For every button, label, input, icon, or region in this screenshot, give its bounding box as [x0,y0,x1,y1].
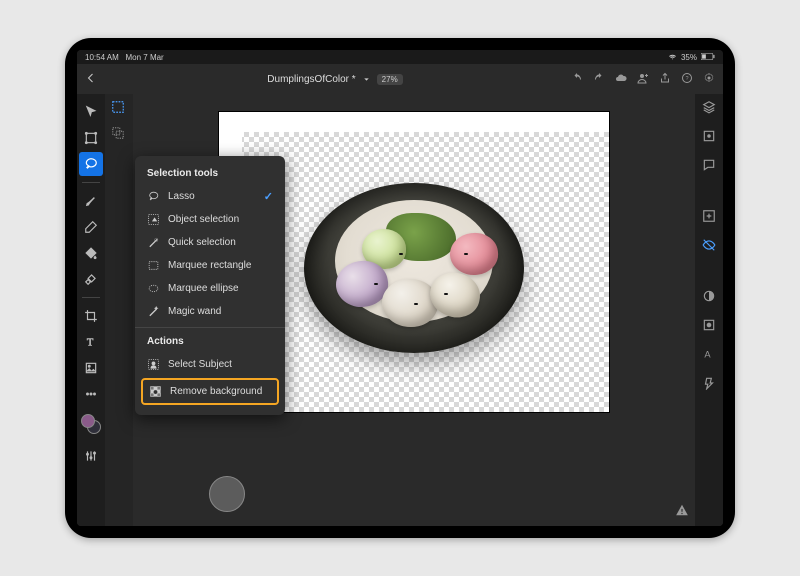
visibility-button[interactable] [702,238,716,257]
layer-properties-button[interactable] [702,129,716,148]
share-icon[interactable] [659,72,671,87]
svg-text:T: T [87,338,94,349]
battery-percent: 35% [681,53,697,62]
help-icon[interactable]: ? [681,72,693,87]
color-wells[interactable] [81,414,101,434]
more-tools[interactable] [79,382,103,406]
zoom-level[interactable]: 27% [377,74,403,85]
top-bar: DumplingsOfColor * 27% ? [77,64,723,94]
canvas-subject-bowl [304,183,524,353]
warning-icon[interactable] [675,503,689,520]
battery-icon [701,53,715,62]
status-time: 10:54 AM [85,53,119,62]
popover-item-label: Magic wand [168,306,221,317]
marquee-rect-icon [147,259,160,272]
text-format-button[interactable]: A [702,347,716,366]
popover-item-label: Quick selection [168,237,236,248]
move-tool[interactable] [79,100,103,124]
topbar-actions: ? [571,72,715,87]
canvas-subject-edge [219,112,609,132]
right-toolbar: A [695,94,723,526]
sliders-tool[interactable] [79,444,103,468]
effects-button[interactable] [702,376,716,395]
status-time-date: 10:54 AM Mon 7 Mar [85,53,164,62]
lasso-icon [147,190,160,203]
popover-section-actions: Actions [135,332,285,353]
crop-tool[interactable] [79,304,103,328]
status-date: Mon 7 Mar [125,53,163,62]
add-photo-button[interactable] [702,209,716,228]
popover-item-marquee-ellipse[interactable]: Marquee ellipse [135,277,285,300]
popover-item-label: Remove background [170,386,262,397]
mask-button[interactable] [702,318,716,337]
left-toolbar: T [77,94,105,526]
popover-item-label: Object selection [168,214,239,225]
touch-shortcut-circle[interactable] [209,476,245,512]
popover-item-object-selection[interactable]: Object selection [135,208,285,231]
lasso-tool[interactable] [79,152,103,176]
toolbar-divider [82,182,100,183]
adjustments-button[interactable] [702,289,716,308]
settings-icon[interactable] [703,72,715,87]
chevron-down-icon[interactable] [362,75,371,84]
popover-item-lasso[interactable]: Lasso ✓ [135,185,285,208]
screen: 10:54 AM Mon 7 Mar 35% Dumpl [77,50,723,526]
magic-wand-icon [147,305,160,318]
popover-item-select-subject[interactable]: Select Subject [135,353,285,376]
ios-status-bar: 10:54 AM Mon 7 Mar 35% [77,50,723,64]
marquee-ellipse-icon [147,282,160,295]
eraser-tool[interactable] [79,215,103,239]
object-selection-icon [147,213,160,226]
popover-item-quick-selection[interactable]: Quick selection [135,231,285,254]
popover-section-selection-tools: Selection tools [135,164,285,185]
selection-add-icon[interactable] [111,126,127,142]
back-button[interactable] [85,72,99,87]
title-area: DumplingsOfColor * 27% [107,74,563,85]
selection-new-icon[interactable] [111,100,127,116]
app-window: DumplingsOfColor * 27% ? [77,64,723,526]
undo-button[interactable] [571,72,583,87]
popover-item-label: Marquee ellipse [168,283,239,294]
status-right: 35% [668,52,715,63]
layers-panel-button[interactable] [702,100,716,119]
place-tool[interactable] [79,356,103,380]
brush-tool[interactable] [79,189,103,213]
foreground-color-well[interactable] [81,414,95,428]
comments-button[interactable] [702,158,716,177]
wifi-icon [668,52,677,63]
work-area: T [77,94,723,526]
fill-tool[interactable] [79,241,103,265]
svg-text:?: ? [685,76,688,82]
tool-options-bar [105,94,133,526]
popover-item-remove-background[interactable]: Remove background [141,378,279,405]
type-tool[interactable]: T [79,330,103,354]
select-subject-icon [147,358,160,371]
transform-tool[interactable] [79,126,103,150]
popover-divider [135,327,285,328]
invite-icon[interactable] [637,72,649,87]
remove-background-icon [149,385,162,398]
selection-tools-popover: Selection tools Lasso ✓ Object selection… [135,156,285,415]
svg-text:A: A [704,350,711,360]
cloud-icon[interactable] [615,72,627,87]
popover-item-label: Marquee rectangle [168,260,251,271]
popover-item-marquee-rect[interactable]: Marquee rectangle [135,254,285,277]
popover-item-magic-wand[interactable]: Magic wand [135,300,285,323]
redo-button[interactable] [593,72,605,87]
tablet-frame: 10:54 AM Mon 7 Mar 35% Dumpl [65,38,735,538]
healing-tool[interactable] [79,267,103,291]
popover-item-label: Lasso [168,191,195,202]
quick-selection-icon [147,236,160,249]
document-title: DumplingsOfColor * [267,74,355,85]
check-icon: ✓ [264,190,273,203]
popover-item-label: Select Subject [168,359,232,370]
toolbar-divider [82,297,100,298]
